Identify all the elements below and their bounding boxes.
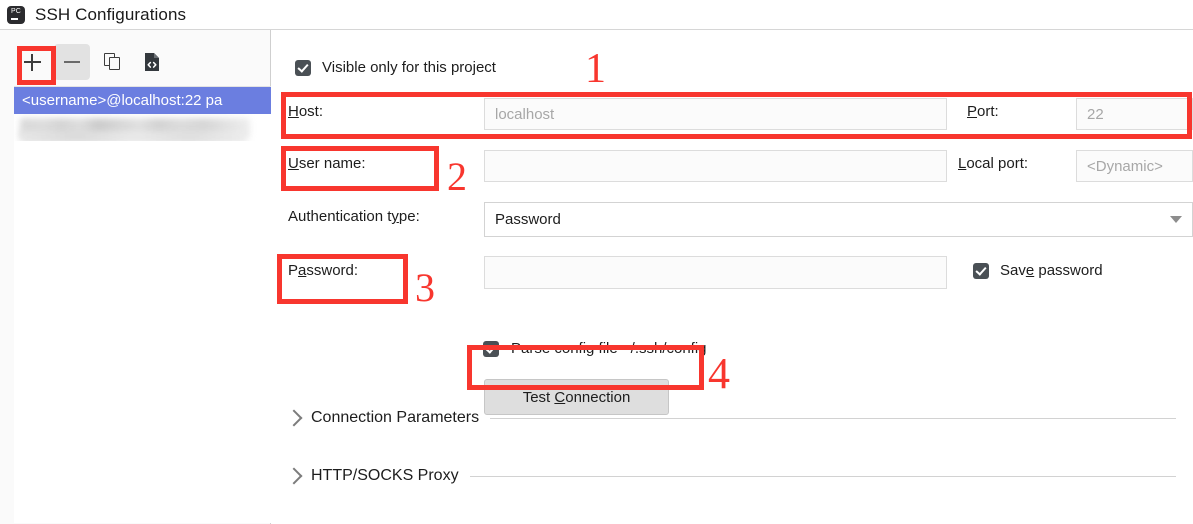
chevron-down-icon (1170, 216, 1182, 223)
authentication-type-label: Authentication t y pe: (288, 208, 420, 225)
remove-button[interactable] (54, 44, 90, 80)
minus-icon (64, 61, 80, 63)
list-item[interactable]: <username>@localhost:22 pa (14, 87, 271, 114)
local-port-input[interactable]: <Dynamic> (1076, 150, 1193, 182)
section-divider (490, 417, 1176, 419)
import-button[interactable] (134, 44, 170, 80)
parse-config-label: Parse config file ~/.ssh/config (511, 340, 707, 357)
authentication-type-value: Password (495, 211, 561, 228)
add-button[interactable] (14, 44, 50, 80)
password-label: Pa ssword: (288, 262, 359, 279)
copy-icon (103, 53, 121, 71)
http-socks-proxy-label: HTTP/SOCKS Proxy (311, 467, 459, 484)
port-label: Port: (967, 103, 999, 120)
host-label: Host: (288, 103, 324, 120)
page-title: SSH Configurations (35, 4, 187, 24)
configuration-form: Visible only for this project Host: loca… (272, 30, 1193, 524)
section-divider (469, 475, 1176, 477)
save-password-label: Save password (1000, 262, 1103, 279)
save-password-checkbox[interactable] (973, 262, 989, 279)
password-input[interactable] (484, 256, 947, 289)
title-bar: PC SSH Configurations (0, 0, 1193, 29)
configurations-sidebar: <username>@localhost:22 pa (0, 30, 271, 524)
visible-only-label: Visible only for this project (322, 59, 496, 76)
chevron-right-icon (285, 467, 303, 485)
list-item-label: <username>@localhost:22 pa (22, 92, 223, 109)
parse-config-checkbox[interactable] (483, 340, 499, 357)
connection-parameters-section[interactable]: Connection Parameters (285, 409, 1176, 427)
chevron-right-icon (285, 409, 303, 427)
connection-parameters-label: Connection Parameters (311, 409, 480, 426)
visible-only-checkbox[interactable] (295, 59, 311, 76)
host-input[interactable]: localhost (484, 98, 947, 130)
user-name-input[interactable] (484, 150, 947, 182)
port-input[interactable]: 22 (1076, 98, 1193, 130)
pycharm-icon-bar (11, 17, 18, 20)
plus-icon (23, 53, 41, 71)
authentication-type-select[interactable]: Password (484, 202, 1193, 237)
ssh-configurations-list[interactable]: <username>@localhost:22 pa (14, 86, 271, 523)
http-socks-proxy-section[interactable]: HTTP/SOCKS Proxy (285, 467, 1176, 485)
redacted-content (20, 131, 246, 141)
save-password-row[interactable]: Save password (973, 262, 1103, 279)
local-port-label: Local port: (958, 155, 1029, 172)
copy-button[interactable] (94, 44, 130, 80)
sidebar-toolbar (14, 44, 170, 80)
pycharm-icon: PC (7, 5, 25, 24)
pycharm-icon-text: PC (10, 7, 22, 15)
visible-only-row[interactable]: Visible only for this project (295, 59, 496, 76)
file-code-icon (145, 53, 159, 71)
test-connection-label: Test Connection (522, 388, 631, 406)
user-name-label: User name: (288, 155, 366, 172)
parse-config-row[interactable]: Parse config file ~/.ssh/config (483, 340, 707, 357)
list-item[interactable] (14, 114, 271, 141)
